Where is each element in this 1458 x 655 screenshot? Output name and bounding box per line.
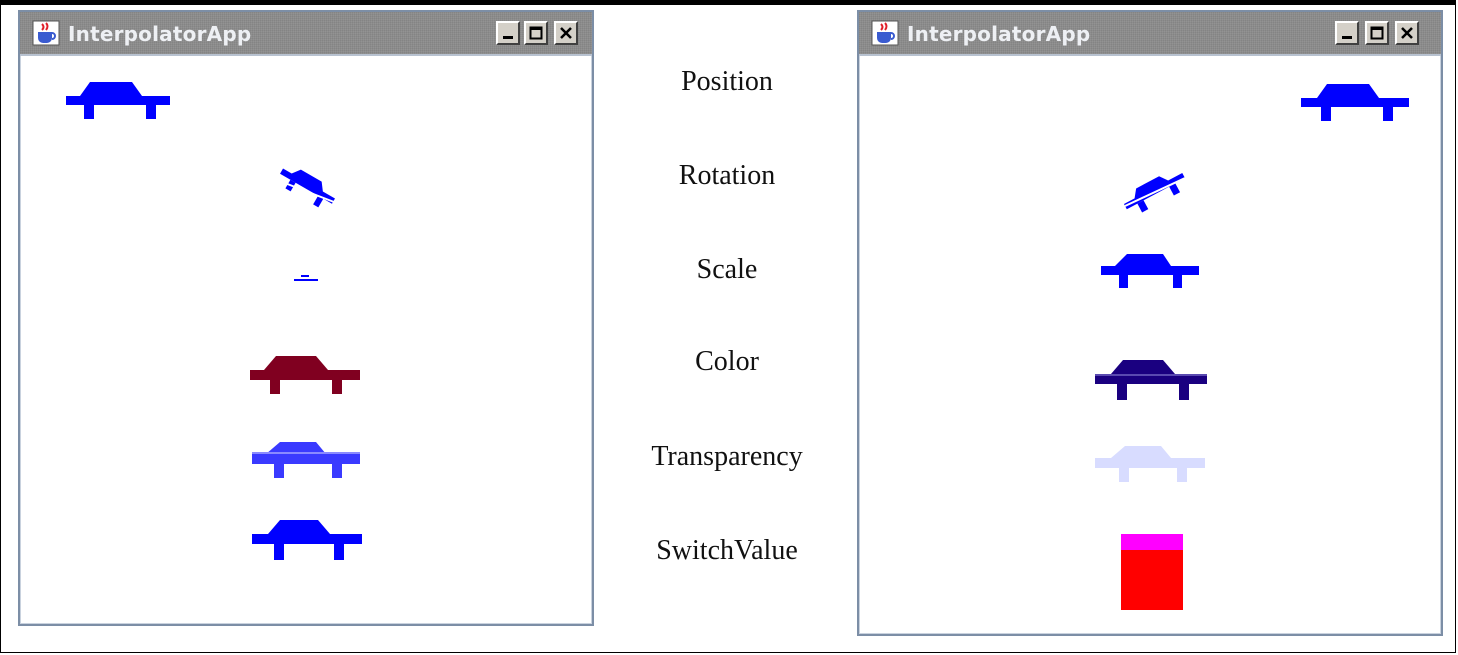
window-title: InterpolatorApp	[907, 22, 1091, 46]
right-window[interactable]: InterpolatorApp	[857, 10, 1443, 636]
car-rotation	[1123, 172, 1186, 213]
car-color	[1095, 360, 1207, 400]
maximize-icon	[1370, 26, 1384, 40]
car-transparency	[252, 442, 360, 478]
car-position	[66, 82, 170, 119]
minimize-button[interactable]	[1335, 21, 1359, 45]
right-titlebar[interactable]: InterpolatorApp	[859, 12, 1441, 56]
label-rotation: Rotation	[678, 160, 776, 191]
close-button[interactable]	[554, 21, 578, 45]
close-icon	[560, 27, 572, 39]
close-button[interactable]	[1395, 21, 1419, 45]
left-window[interactable]: InterpolatorApp	[18, 10, 594, 626]
maximize-icon	[529, 26, 543, 40]
label-scale: Scale	[696, 254, 758, 285]
minimize-button[interactable]	[496, 21, 520, 45]
java-cup-icon	[32, 20, 60, 46]
left-titlebar[interactable]: InterpolatorApp	[20, 12, 592, 56]
java-cup-icon	[871, 20, 899, 46]
car-scale	[294, 275, 318, 281]
maximize-button[interactable]	[1365, 21, 1389, 45]
label-transparency: Transparency	[651, 441, 803, 472]
car-rotation	[276, 168, 335, 208]
car-transparency	[1095, 446, 1205, 482]
label-switchvalue: SwitchValue	[656, 535, 798, 566]
car-switchvalue	[252, 520, 362, 560]
car-position	[1301, 84, 1409, 121]
label-color: Color	[695, 346, 759, 377]
close-icon	[1401, 27, 1413, 39]
window-title: InterpolatorApp	[68, 22, 252, 46]
minimize-icon	[1342, 36, 1352, 39]
maximize-button[interactable]	[524, 21, 548, 45]
label-position: Position	[681, 66, 773, 97]
car-body	[66, 82, 170, 105]
switchvalue-shape	[1121, 534, 1183, 610]
minimize-icon	[503, 36, 513, 39]
car-scale	[1101, 254, 1199, 288]
car-color	[250, 356, 360, 394]
